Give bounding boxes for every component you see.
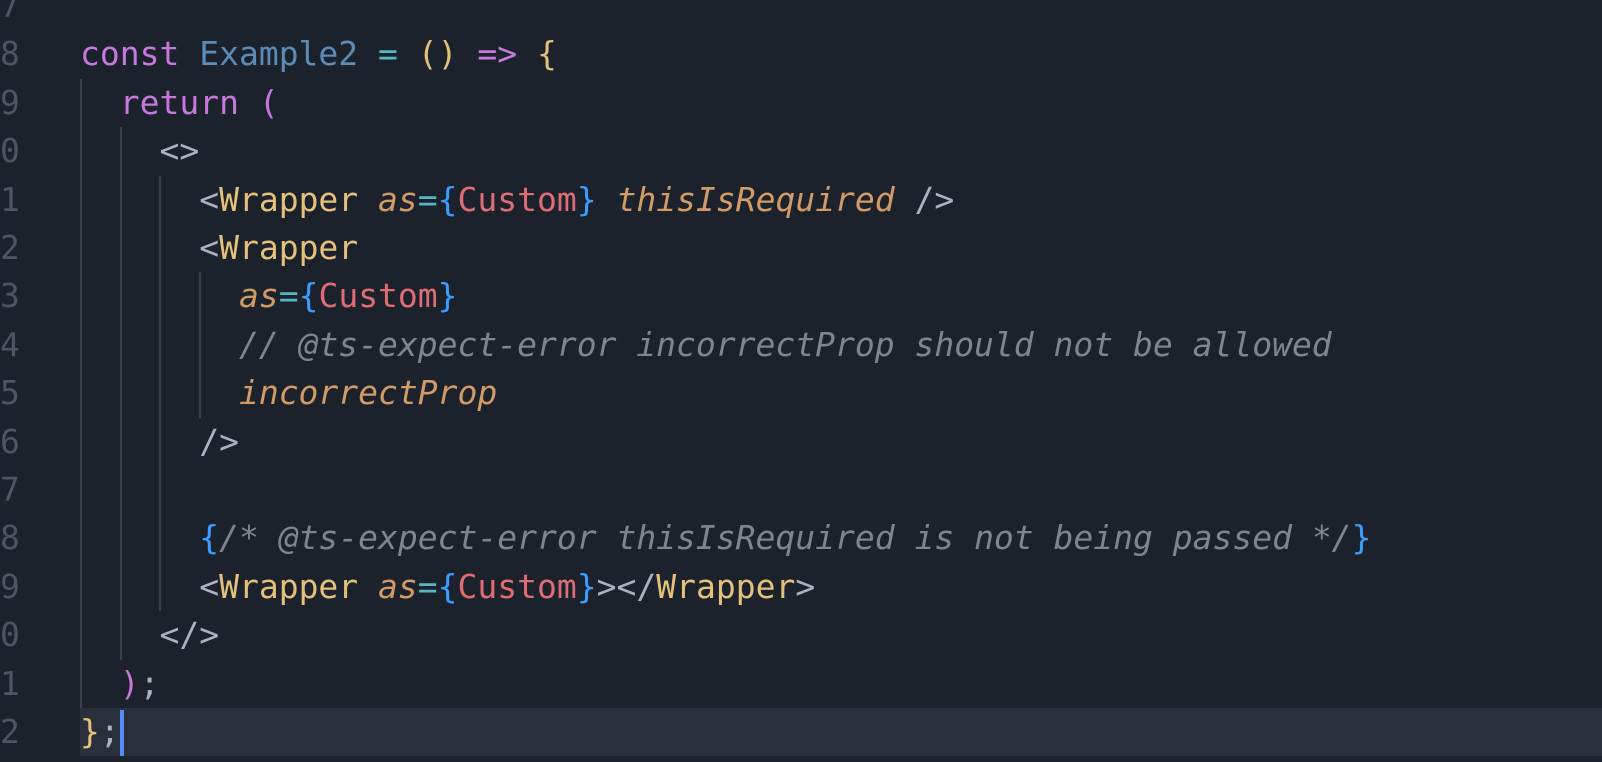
code-token: > bbox=[795, 566, 816, 606]
code-token: Custom bbox=[318, 276, 438, 316]
line-number: 9 bbox=[0, 82, 20, 122]
code-line[interactable]: </> bbox=[80, 611, 1602, 659]
code-token: } bbox=[1351, 518, 1372, 558]
code-token: /> bbox=[894, 179, 955, 219]
line-number: 6 bbox=[0, 421, 20, 461]
code-token: Wrapper bbox=[219, 179, 359, 219]
line-number: 2 bbox=[0, 228, 20, 267]
code-line[interactable]: /> bbox=[80, 418, 1602, 466]
code-token: /> bbox=[199, 421, 239, 461]
code-token: ></ bbox=[596, 566, 657, 606]
code-editor[interactable]: 7 8 9 0 1 2 3 4 5 6 7 8 9 0 1 2 const Example2 = () => … bbox=[0, 0, 1602, 762]
current-code-line[interactable]: }; bbox=[80, 708, 1602, 757]
code-token: { bbox=[437, 566, 458, 606]
code-token: return bbox=[119, 82, 239, 122]
code-line[interactable]: <Wrapper as={Custom}></Wrapper> bbox=[80, 563, 1602, 611]
code-token: ( bbox=[258, 82, 279, 122]
code-token: /* @ts-expect-error thisIsRequired is no… bbox=[219, 518, 1352, 558]
code-token: Custom bbox=[457, 566, 577, 606]
code-token: incorrectProp bbox=[238, 373, 498, 413]
code-line[interactable] bbox=[80, 0, 1602, 30]
code-token: as bbox=[378, 179, 418, 219]
code-token: ; bbox=[99, 712, 120, 751]
text-cursor bbox=[119, 710, 124, 756]
code-token: { bbox=[199, 518, 220, 558]
code-line[interactable]: // @ts-expect-error incorrectProp should… bbox=[80, 321, 1602, 369]
line-number: 9 bbox=[0, 566, 20, 606]
line-number: 0 bbox=[0, 615, 20, 655]
code-token: Example2 bbox=[199, 34, 359, 74]
code-line[interactable]: return ( bbox=[80, 79, 1602, 127]
code-token: </> bbox=[159, 615, 220, 655]
code-token: // @ts-expect-error incorrectProp should… bbox=[238, 324, 1332, 364]
code-token: Custom bbox=[457, 179, 577, 219]
code-token: < bbox=[199, 566, 220, 606]
code-token: ) bbox=[119, 663, 140, 703]
line-number: 0 bbox=[0, 131, 20, 171]
line-number: 8 bbox=[0, 34, 20, 74]
line-number: 3 bbox=[0, 276, 20, 316]
code-token: = bbox=[417, 566, 438, 606]
code-token: = bbox=[358, 34, 418, 74]
code-line[interactable]: const Example2 = () => { bbox=[80, 30, 1602, 78]
code-line[interactable]: <Wrapper bbox=[80, 224, 1602, 272]
code-token: { bbox=[537, 34, 557, 74]
line-number: 2 bbox=[0, 712, 20, 751]
code-token: <> bbox=[159, 131, 200, 171]
code-token: as bbox=[238, 276, 279, 316]
line-number: 4 bbox=[0, 324, 20, 364]
code-token: } bbox=[437, 276, 458, 316]
code-token: { bbox=[437, 179, 458, 219]
line-number: 7 bbox=[0, 470, 20, 509]
code-line[interactable]: as={Custom} bbox=[80, 272, 1602, 320]
code-token: { bbox=[298, 276, 319, 316]
code-token: Wrapper bbox=[219, 566, 359, 606]
code-line[interactable]: <Wrapper as={Custom} thisIsRequired /> bbox=[80, 176, 1602, 224]
code-line[interactable]: incorrectProp bbox=[80, 369, 1602, 417]
code-token: } bbox=[576, 179, 597, 219]
code-token: Wrapper bbox=[219, 228, 359, 267]
code-token: } bbox=[576, 566, 597, 606]
line-number: 7 bbox=[0, 0, 20, 25]
code-line[interactable]: {/* @ts-expect-error thisIsRequired is n… bbox=[80, 514, 1602, 562]
code-token: < bbox=[199, 179, 220, 219]
code-token: = bbox=[417, 179, 438, 219]
code-token: => bbox=[457, 34, 538, 74]
code-line[interactable] bbox=[80, 466, 1602, 514]
line-number: 5 bbox=[0, 373, 20, 413]
code-token: } bbox=[80, 712, 100, 751]
code-token: < bbox=[199, 228, 220, 267]
code-token: Wrapper bbox=[656, 566, 796, 606]
code-token: () bbox=[417, 34, 458, 74]
code-line[interactable]: <> bbox=[80, 127, 1602, 175]
code-token: as bbox=[378, 566, 418, 606]
code-token: thisIsRequired bbox=[616, 179, 895, 219]
line-number: 8 bbox=[0, 518, 20, 558]
code-line[interactable]: ); bbox=[80, 660, 1602, 708]
code-token: ; bbox=[139, 663, 160, 703]
line-number: 1 bbox=[0, 179, 20, 219]
line-number: 1 bbox=[0, 663, 20, 703]
code-token: const bbox=[80, 34, 180, 74]
code-token: = bbox=[278, 276, 299, 316]
